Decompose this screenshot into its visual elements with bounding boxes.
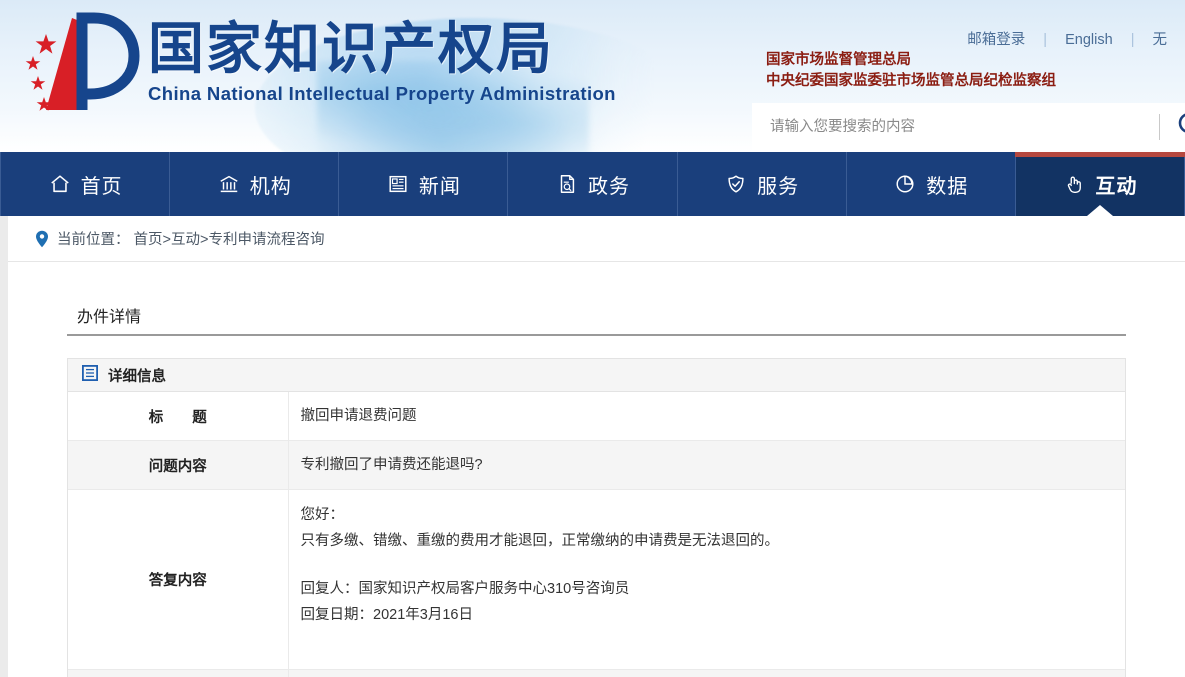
english-link[interactable]: English	[1051, 32, 1127, 48]
affiliated-organizations: 国家市场监督管理总局 中央纪委国家监委驻市场监管总局纪检监察组	[766, 50, 1056, 92]
search-input[interactable]	[752, 104, 1159, 149]
breadcrumb: 当前位置： 首页>互动>专利申请流程咨询	[8, 216, 1185, 262]
site-logo[interactable]: 国家知识产权局 China National Intellectual Prop…	[24, 12, 616, 120]
site-header: 国家知识产权局 China National Intellectual Prop…	[0, 0, 1185, 152]
nav-label-interaction: 互动	[1095, 175, 1138, 198]
row-label-title: 标 题	[68, 392, 289, 441]
answer-greeting: 您好：	[300, 507, 345, 523]
nav-label-services: 服务	[757, 175, 800, 198]
detail-info-panel-title: 详细信息	[108, 368, 166, 385]
logo-title-cn: 国家知识产权局	[148, 17, 554, 80]
answer-reply-date: 回复日期：2021年3月16日	[300, 607, 473, 623]
search-icon	[1176, 110, 1185, 143]
row-label-question: 问题内容	[68, 440, 289, 490]
cnipa-emblem-icon	[24, 12, 140, 120]
breadcrumb-text: 当前位置： 首页>互动>专利申请流程咨询	[57, 232, 325, 248]
table-row-title: 标 题 撤回申请退费问题	[68, 392, 1125, 441]
detail-content-card: 办件详情 详细信息 标 题 撤回申请退费问题 问题内容 专利撤回了申请费还能退吗…	[8, 262, 1185, 677]
detail-tabstrip: 办件详情	[67, 302, 1126, 336]
tab-case-detail[interactable]: 办件详情	[67, 303, 151, 334]
row-value-answer: 您好： 只有多缴、错缴、重缴的费用才能退回，正常缴纳的申请费是无法退回的。 回复…	[288, 490, 1125, 670]
nav-item-government-affairs[interactable]: 政务	[508, 152, 678, 216]
nav-label-data: 数据	[926, 175, 969, 198]
location-pin-icon	[35, 230, 49, 248]
nav-item-data[interactable]: 数据	[847, 152, 1016, 216]
shield-check-icon	[724, 172, 748, 196]
nav-item-home[interactable]: 首页	[0, 152, 171, 216]
nav-item-services[interactable]: 服务	[678, 152, 847, 216]
row-label-answer: 答复内容	[68, 489, 289, 670]
answer-spacer	[301, 554, 1126, 576]
org-line-2: 中央纪委国家监委驻市场监管总局纪检监察组	[766, 73, 1056, 89]
link-separator-1: |	[1043, 32, 1048, 48]
hand-pointer-icon	[1062, 172, 1086, 196]
table-row-attachment: 附 件	[68, 669, 1125, 677]
nav-label-government-affairs: 政务	[587, 175, 630, 198]
pie-chart-icon	[893, 172, 917, 196]
org-line-1: 国家市场监督管理总局	[766, 52, 911, 68]
search-button[interactable]	[1160, 103, 1185, 150]
nav-label-news: 新闻	[418, 175, 461, 198]
answer-body: 只有多缴、错缴、重缴的费用才能退回，正常缴纳的申请费是无法退回的。	[300, 533, 780, 549]
row-value-title: 撤回申请退费问题	[300, 408, 417, 424]
main-navigation: 首页 机构 新闻 政务 服务 数据 互动	[0, 152, 1185, 216]
newspaper-icon	[386, 172, 410, 196]
table-row-answer: 答复内容 您好： 只有多缴、错缴、重缴的费用才能退回，正常缴纳的申请费是无法退回…	[68, 489, 1125, 670]
answer-responder: 回复人：国家知识产权局客户服务中心310号咨询员	[300, 581, 630, 597]
nav-item-organization[interactable]: 机构	[170, 152, 340, 216]
accessibility-link[interactable]: 无	[1139, 32, 1182, 48]
nav-item-interaction[interactable]: 互动	[1014, 152, 1185, 216]
logo-title-en: China National Intellectual Property Adm…	[148, 83, 616, 104]
nav-label-organization: 机构	[249, 175, 292, 198]
mail-login-link[interactable]: 邮箱登录	[953, 32, 1039, 48]
row-label-attachment: 附 件	[68, 669, 289, 677]
bank-icon	[217, 172, 241, 196]
document-search-icon	[555, 172, 579, 196]
detail-info-panel-header: 详细信息	[68, 359, 1125, 392]
detail-info-panel: 详细信息 标 题 撤回申请退费问题 问题内容 专利撤回了申请费还能退吗? 答复内…	[67, 358, 1126, 677]
page-body: 当前位置： 首页>互动>专利申请流程咨询 办件详情 详细信息 标 题 撤回申请退…	[0, 216, 1185, 677]
link-separator-2: |	[1130, 32, 1135, 48]
row-value-attachment	[288, 669, 1125, 677]
row-value-question: 专利撤回了申请费还能退吗?	[288, 440, 1125, 490]
list-icon	[81, 364, 98, 385]
site-search[interactable]	[752, 103, 1185, 150]
nav-label-home: 首页	[80, 175, 123, 198]
header-utility-links: 邮箱登录 | English | 无	[953, 28, 1181, 49]
home-icon	[48, 172, 72, 196]
detail-table: 标 题 撤回申请退费问题 问题内容 专利撤回了申请费还能退吗? 答复内容 您好：…	[68, 392, 1125, 677]
nav-item-news[interactable]: 新闻	[339, 152, 509, 216]
table-row-question: 问题内容 专利撤回了申请费还能退吗?	[68, 440, 1125, 490]
